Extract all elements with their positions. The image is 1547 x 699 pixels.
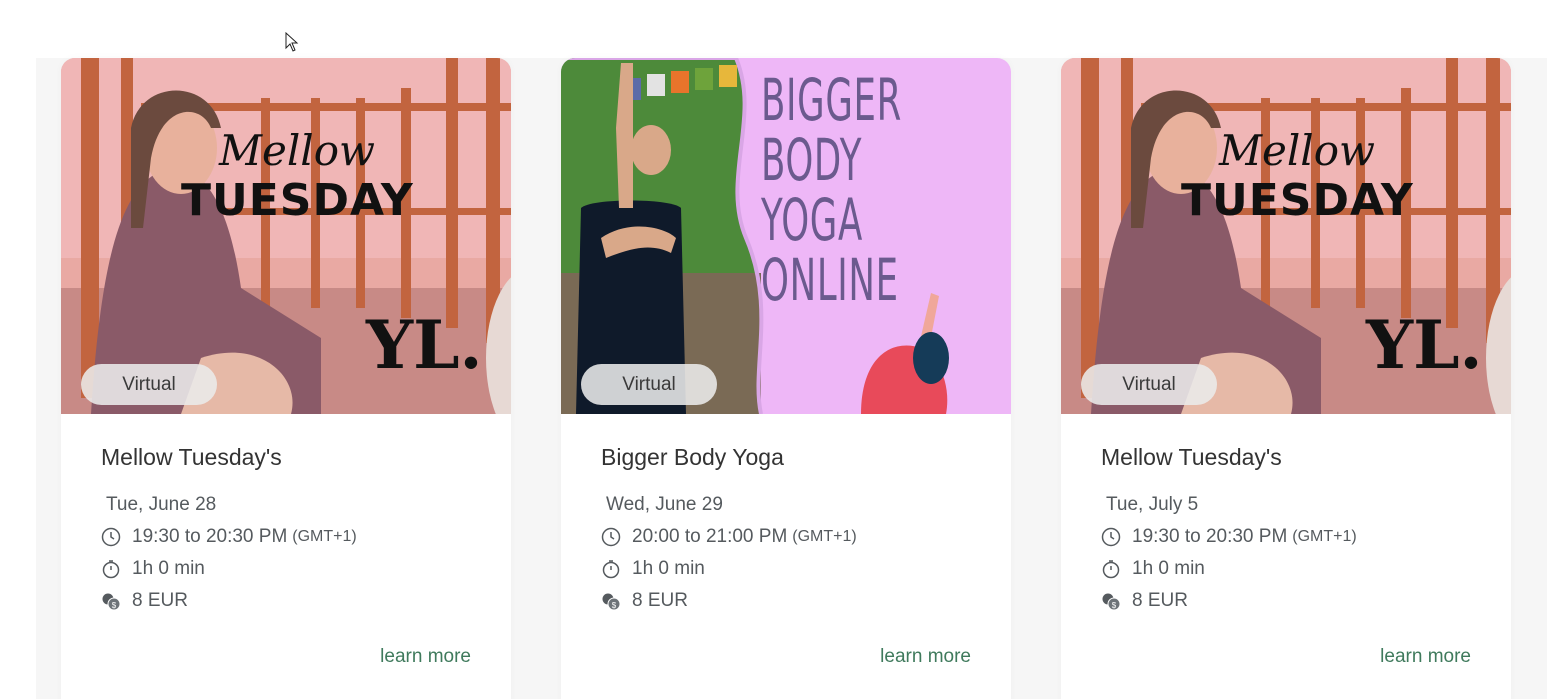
event-price: $ 8 EUR [601,590,688,612]
coins-icon: $ [1102,593,1121,611]
duration-value: 1h 0 min [632,558,705,579]
coins-icon: $ [102,593,121,611]
mouse-cursor-icon [285,32,299,52]
event-price: $ 8 EUR [1101,590,1188,612]
timezone: (GMT+1) [792,528,857,545]
event-card[interactable]: Mellow TUESDAY YL. Virtual Mellow Tuesda… [1061,58,1511,699]
event-date: Tue, July 5 [1106,494,1198,516]
event-title[interactable]: Mellow Tuesday's [1101,444,1282,471]
image-big-text: TUESDAY [1181,175,1414,226]
time-range: 19:30 to 20:30 PM [132,526,288,547]
svg-text:$: $ [112,601,117,610]
virtual-badge: Virtual [581,364,717,405]
stopwatch-icon [1102,560,1120,579]
date-label: Tue, July 5 [1106,494,1199,515]
logo-text: YL. [1366,306,1483,384]
time-range: 19:30 to 20:30 PM [1132,526,1288,547]
event-image[interactable]: Mellow TUESDAY YL. Virtual [61,58,511,414]
event-time: 20:00 to 21:00 PM (GMT+1) [601,526,857,548]
event-time: 19:30 to 20:30 PM (GMT+1) [101,526,357,548]
event-time: 19:30 to 20:30 PM (GMT+1) [1101,526,1357,548]
event-title[interactable]: Mellow Tuesday's [101,444,282,471]
virtual-badge: Virtual [81,364,217,405]
event-title[interactable]: Bigger Body Yoga [601,444,784,471]
event-price: $ 8 EUR [101,590,188,612]
price-value: 8 EUR [132,590,188,611]
stopwatch-icon [102,560,120,579]
event-image[interactable]: BIGGER BODY YOGA ONLINE Virtual [561,58,1011,414]
event-card[interactable]: Mellow TUESDAY YL. Virtual Mellow Tuesda… [61,58,511,699]
svg-text:$: $ [1112,601,1117,610]
image-script-text: Mellow [1219,126,1375,175]
duration-value: 1h 0 min [132,558,205,579]
logo-text: YL. [366,306,483,384]
date-label: Tue, June 28 [106,494,217,515]
image-big-text: TUESDAY [181,175,414,226]
event-image[interactable]: Mellow TUESDAY YL. Virtual [1061,58,1511,414]
date-label: Wed, June 29 [606,494,723,515]
event-date: Tue, June 28 [106,494,216,516]
page: Mellow TUESDAY YL. Virtual Mellow Tuesda… [0,0,1547,699]
learn-more-link[interactable]: learn more [380,646,471,668]
event-duration: 1h 0 min [1101,558,1205,580]
time-range: 20:00 to 21:00 PM [632,526,788,547]
svg-text:$: $ [612,601,617,610]
timezone: (GMT+1) [1292,528,1357,545]
price-value: 8 EUR [1132,590,1188,611]
virtual-badge: Virtual [1081,364,1217,405]
clock-icon [1101,527,1121,547]
coins-icon: $ [602,593,621,611]
event-duration: 1h 0 min [101,558,205,580]
event-card[interactable]: BIGGER BODY YOGA ONLINE Virtual Bigger B… [561,58,1011,699]
poster-title: BIGGER BODY YOGA ONLINE [761,66,902,314]
learn-more-link[interactable]: learn more [1380,646,1471,668]
image-script-text: Mellow [219,126,375,175]
timezone: (GMT+1) [292,528,357,545]
learn-more-link[interactable]: learn more [880,646,971,668]
stopwatch-icon [602,560,620,579]
event-duration: 1h 0 min [601,558,705,580]
event-date: Wed, June 29 [606,494,723,516]
duration-value: 1h 0 min [1132,558,1205,579]
clock-icon [601,527,621,547]
clock-icon [101,527,121,547]
price-value: 8 EUR [632,590,688,611]
